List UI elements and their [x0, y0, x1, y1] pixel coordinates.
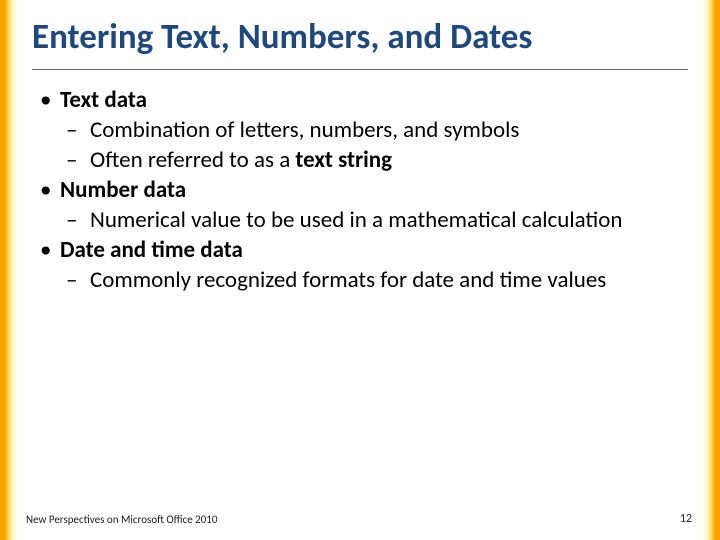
- sub-list: Numerical value to be used in a mathemat…: [60, 206, 688, 234]
- left-accent-bar: [0, 0, 20, 540]
- sub-bullet: Commonly recognized formats for date and…: [60, 266, 688, 294]
- bullet-label: Number data: [60, 176, 186, 204]
- bullet-list: Text data Combination of letters, number…: [32, 86, 688, 294]
- footer-text: New Perspectives on Microsoft Office 201…: [26, 513, 217, 526]
- bullet-number-data: Number data Numerical value to be used i…: [32, 176, 688, 234]
- sub-bullet-bold: text string: [295, 146, 392, 174]
- slide-title: Entering Text, Numbers, and Dates: [32, 18, 688, 67]
- sub-bullet-text: Often referred to as a: [90, 146, 295, 174]
- sub-bullet: Combination of letters, numbers, and sym…: [60, 116, 688, 144]
- page-number: 12: [680, 512, 692, 526]
- sub-bullet: Often referred to as a text string: [60, 146, 688, 174]
- sub-list: Combination of letters, numbers, and sym…: [60, 116, 688, 174]
- right-accent-bar: [700, 0, 720, 540]
- bullet-label: Date and time data: [60, 236, 243, 264]
- bullet-label: Text data: [60, 86, 147, 114]
- slide-content: Entering Text, Numbers, and Dates Text d…: [32, 18, 688, 522]
- sub-list: Commonly recognized formats for date and…: [60, 266, 688, 294]
- bullet-text-data: Text data Combination of letters, number…: [32, 86, 688, 174]
- slide: Entering Text, Numbers, and Dates Text d…: [0, 0, 720, 540]
- title-rule: [32, 69, 688, 70]
- bullet-date-time-data: Date and time data Commonly recognized f…: [32, 236, 688, 294]
- sub-bullet: Numerical value to be used in a mathemat…: [60, 206, 688, 234]
